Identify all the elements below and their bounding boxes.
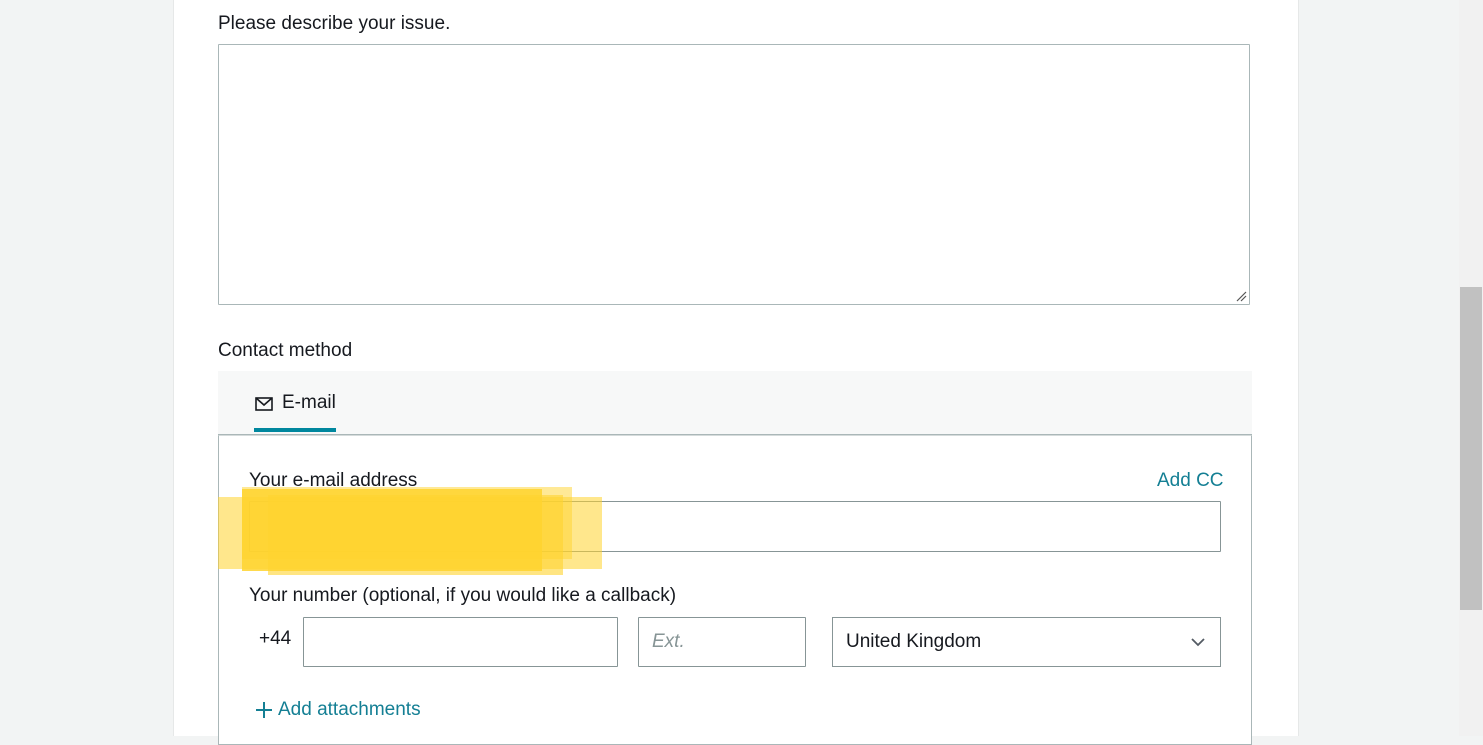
mail-icon [255,397,273,411]
plus-icon [256,702,272,718]
tab-email-label: E-mail [282,392,336,413]
redaction-mark [218,487,602,575]
resize-grip-icon[interactable] [1235,290,1247,302]
issue-textarea[interactable] [218,44,1250,305]
phone-extension-input[interactable] [638,617,806,667]
phone-number-input[interactable] [303,617,618,667]
add-cc-link[interactable]: Add CC [1157,470,1224,492]
phone-label: Your number (optional, if you would like… [249,585,677,606]
tab-selected-indicator [254,428,336,432]
add-attachments-label: Add attachments [278,699,421,720]
chevron-down-icon [1191,638,1205,647]
contact-method-label: Contact method [218,340,353,361]
phone-prefix: +44 [259,628,292,649]
add-attachments-link[interactable]: Add attachments [254,699,421,721]
tab-email[interactable]: E-mail [254,391,336,432]
contact-method-tabs: E-mail [218,371,1252,435]
country-select[interactable]: United Kingdom [832,617,1221,667]
scrollbar-thumb[interactable] [1460,287,1482,610]
issue-label: Please describe your issue. [218,13,451,34]
country-selected-value: United Kingdom [846,631,982,652]
